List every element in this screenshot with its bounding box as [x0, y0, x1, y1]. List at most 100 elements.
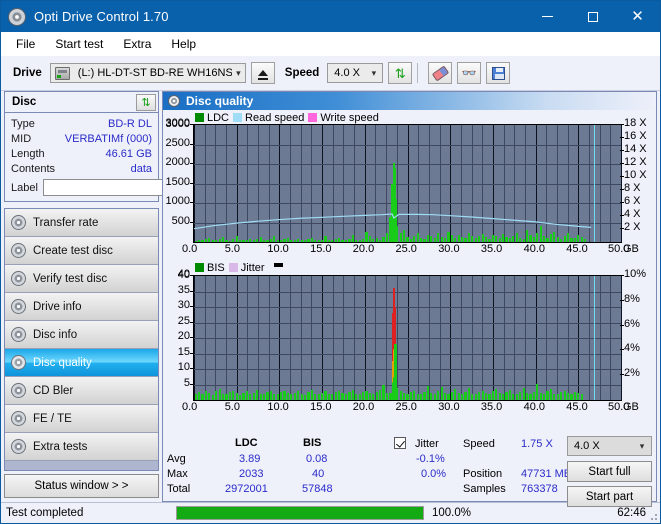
chart-bar	[464, 391, 467, 400]
chart-bar	[379, 390, 382, 400]
x-axis-unit: GB	[623, 243, 639, 255]
chart-bar	[461, 394, 464, 400]
disc-icon	[11, 411, 26, 426]
chart-bar	[478, 392, 481, 400]
y-tick-label: 5	[183, 376, 190, 389]
scale-marker-icon	[273, 263, 283, 267]
resize-grip[interactable]	[648, 511, 658, 521]
status-window-button[interactable]: Status window > >	[4, 474, 159, 498]
chart-ldc: LDC Read speed Write speed 500 1000 1500 20…	[163, 110, 656, 260]
y2-tick-label: 10 X	[624, 169, 647, 181]
chart-bar	[256, 390, 259, 400]
sidebar-item-disc-info[interactable]: Disc info	[5, 321, 158, 349]
menu-help[interactable]: Help	[161, 35, 206, 53]
eject-button[interactable]	[250, 62, 275, 84]
y-tick-label: 30	[177, 299, 190, 311]
jitter-avg: -0.1%	[416, 453, 445, 465]
disc-refresh-button[interactable]: ⇅	[136, 93, 156, 111]
y2-tick-label: 8%	[624, 292, 640, 305]
y2-tick-label: 4 X	[624, 208, 641, 220]
chart-bar	[543, 394, 546, 400]
close-button[interactable]: ✕	[615, 1, 660, 32]
chart-bar	[194, 393, 197, 400]
x-tick-label: 40.0	[523, 243, 546, 255]
chart-bar	[232, 390, 235, 400]
y-tick-label: 15	[177, 345, 190, 358]
chart-bar	[433, 394, 436, 400]
sidebar-item-fe-te[interactable]: FE / TE	[5, 405, 158, 433]
y-tick	[190, 321, 193, 323]
save-button[interactable]	[486, 62, 511, 84]
chart-bar	[495, 388, 498, 400]
legend-read-speed: Read speed	[233, 112, 304, 124]
window-title: Opti Drive Control 1.70	[34, 9, 169, 24]
sidebar-item-transfer-rate[interactable]: Transfer rate	[5, 209, 158, 237]
chart-bar	[454, 389, 457, 400]
stats-total-ldc: 2972001	[225, 483, 268, 495]
inspect-button[interactable]: 👓	[457, 62, 482, 84]
sidebar-item-extra-tests[interactable]: Extra tests	[5, 433, 158, 461]
erase-button[interactable]	[428, 62, 453, 84]
x-tick-label: 35.0	[480, 243, 503, 255]
y2-tick-label: 4%	[624, 342, 640, 355]
chevron-down-icon: ▾	[371, 67, 377, 78]
disc-label-row: Label	[11, 178, 211, 197]
refresh-speed-button[interactable]: ⇅	[388, 62, 413, 84]
chart-bar	[420, 394, 423, 400]
menu-extra[interactable]: Extra	[113, 35, 161, 53]
chart-bar	[529, 393, 532, 400]
drive-select-value: (L:) HL-DT-ST BD-RE WH16NS58 TST4	[77, 67, 232, 79]
y-tick	[190, 143, 193, 145]
jitter-checkbox[interactable]	[394, 437, 406, 452]
menu-start-test[interactable]: Start test	[45, 35, 113, 53]
chart-bar	[467, 388, 471, 400]
speed-select[interactable]: 4.0 X ▾	[327, 63, 384, 83]
start-full-button[interactable]: Start full	[567, 461, 652, 482]
chart-bis-legend: BIS Jitter	[195, 261, 283, 274]
chart-bar	[457, 393, 460, 400]
chart-bar	[481, 390, 484, 400]
sidebar-item-verify-test-disc[interactable]: Verify test disc	[5, 265, 158, 293]
sidebar-item-cd-bler[interactable]: CD Bler	[5, 377, 158, 405]
disc-quality-panel: Disc quality LDC Read speed Write speed …	[162, 91, 657, 507]
sidebar-item-disc-quality[interactable]: Disc quality	[5, 349, 158, 377]
minimize-button[interactable]	[525, 1, 570, 32]
chart-bar	[355, 393, 358, 400]
x-tick-label: 10.0	[267, 243, 289, 255]
refresh-icon: ⇅	[141, 96, 151, 109]
disc-icon	[11, 383, 26, 398]
progress-percent: 100.0%	[432, 507, 472, 519]
y2-tick-label: 6 X	[624, 195, 641, 207]
chart-bar	[259, 393, 262, 400]
chart-bar	[225, 394, 228, 400]
chart-bar	[218, 389, 221, 400]
disc-info-title: Disc	[12, 96, 37, 108]
chart-bar	[358, 393, 361, 400]
chart-bar	[416, 393, 419, 400]
sidebar-item-drive-info[interactable]: Drive info	[5, 293, 158, 321]
x-tick-label: 5.0	[224, 243, 240, 255]
y2-tick-label: 16 X	[624, 130, 647, 142]
chart-bar	[546, 391, 549, 400]
stats-col-ldc: LDC	[235, 437, 258, 449]
sidebar-item-create-test-disc[interactable]: Create test disc	[5, 237, 158, 265]
drive-icon	[54, 66, 70, 80]
chart-bis-plot	[193, 275, 622, 401]
drive-select[interactable]: (L:) HL-DT-ST BD-RE WH16NS58 TST4 ▾	[49, 63, 246, 83]
chart-bar	[368, 392, 371, 400]
chart-bar	[331, 394, 334, 400]
disc-row-key: Length	[11, 147, 45, 160]
menu-bar: File Start test Extra Help	[1, 32, 660, 56]
y2-tick	[620, 202, 624, 203]
stats-col-bis: BIS	[303, 437, 322, 449]
chart-bar	[215, 391, 218, 400]
menu-file[interactable]: File	[10, 35, 45, 53]
y2-tick	[620, 215, 624, 216]
chart-bar	[471, 393, 474, 400]
start-part-button[interactable]: Start part	[567, 486, 652, 507]
maximize-button[interactable]	[570, 1, 615, 32]
test-speed-select[interactable]: 4.0 X ▾	[567, 436, 652, 456]
disc-row-length: Length 46.61 GB	[11, 146, 152, 161]
x-tick-label: 20.0	[352, 401, 375, 413]
chart-bar	[344, 394, 348, 400]
